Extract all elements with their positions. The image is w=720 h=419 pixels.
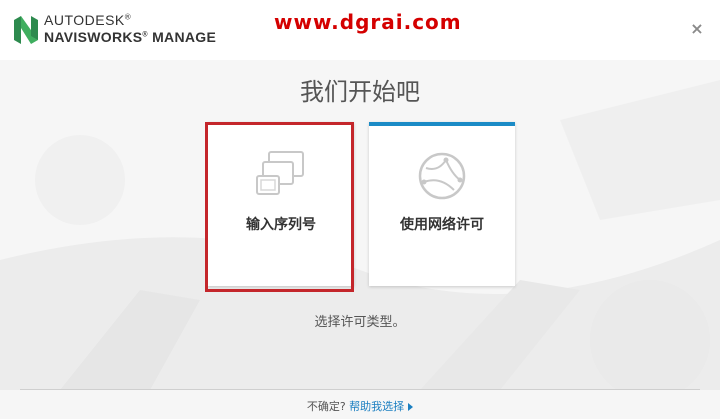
- devices-icon: [256, 151, 304, 195]
- globe-network-icon: [418, 152, 466, 200]
- dialog-footer: 不确定? 帮助我选择: [0, 398, 720, 414]
- footer-divider: [20, 389, 700, 390]
- footer-question: 不确定?: [306, 400, 346, 413]
- use-network-license-card[interactable]: 使用网络许可: [369, 122, 515, 286]
- enter-serial-number-card[interactable]: 输入序列号: [208, 122, 354, 286]
- navisworks-logo-icon: [14, 16, 38, 44]
- arrow-right-icon: [408, 403, 414, 411]
- use-network-license-label: 使用网络许可: [400, 217, 484, 233]
- brand-product-name: NAVISWORKS® MANAGE: [44, 29, 217, 45]
- brand-autodesk: AUTODESK®: [44, 12, 132, 28]
- help-me-choose-link[interactable]: 帮助我选择: [349, 400, 414, 413]
- license-dialog: AUTODESK® NAVISWORKS® MANAGE www.dgrai.c…: [0, 0, 720, 419]
- page-title: 我们开始吧: [300, 78, 420, 106]
- instruction-text: 选择许可类型。: [314, 315, 406, 330]
- background-decoration: [0, 80, 720, 390]
- close-button[interactable]: ×: [690, 21, 704, 37]
- watermark-text: www.dgrai.com: [274, 10, 462, 34]
- dialog-header: AUTODESK® NAVISWORKS® MANAGE www.dgrai.c…: [0, 0, 720, 60]
- enter-serial-number-label: 输入序列号: [246, 217, 316, 233]
